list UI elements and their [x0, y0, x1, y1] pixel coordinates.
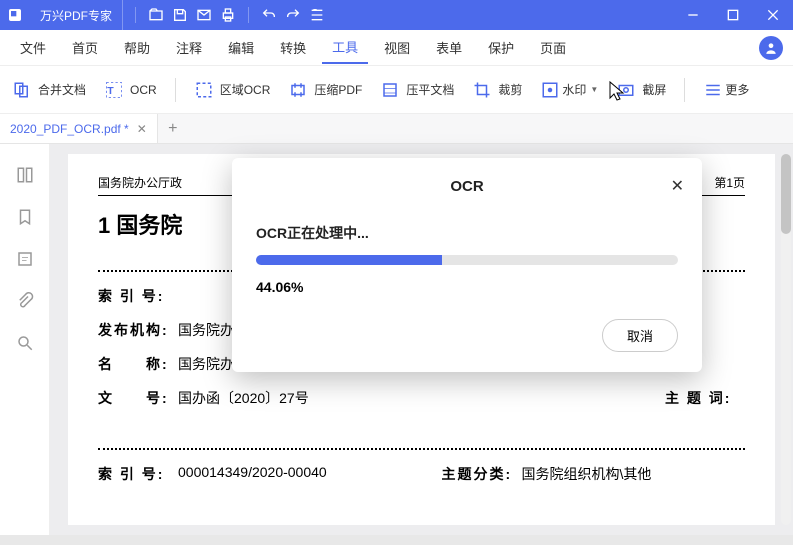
- page: 国务院办公厅政 第1页 1 国务院 索 引 号: 发布机构: 国务院办公厅 成文…: [68, 154, 775, 525]
- more-label: 更多: [725, 81, 749, 98]
- flatten-button[interactable]: 压平文档: [378, 76, 456, 104]
- watermark-button[interactable]: 水印 ▼: [538, 76, 600, 104]
- user-icon: [764, 41, 778, 55]
- screenshot-label: 截屏: [642, 81, 666, 98]
- workspace: 国务院办公厅政 第1页 1 国务院 索 引 号: 发布机构: 国务院办公厅 成文…: [0, 144, 793, 535]
- crop-label: 裁剪: [498, 81, 522, 98]
- menu-item-7[interactable]: 视图: [374, 32, 420, 63]
- area-ocr-button[interactable]: 区域OCR: [192, 76, 273, 104]
- search-icon[interactable]: [14, 332, 36, 354]
- tab-bar: 2020_PDF_OCR.pdf * ✕ +: [0, 114, 793, 144]
- bookmark-icon[interactable]: [14, 206, 36, 228]
- watermark-label: 水印: [562, 81, 586, 98]
- cat-value: 国务院组织机构\其他: [522, 464, 746, 484]
- ocr-button[interactable]: T OCR: [102, 76, 159, 104]
- annotations-icon[interactable]: [14, 248, 36, 270]
- page-header-left: 国务院办公厅政: [98, 174, 182, 191]
- flatten-label: 压平文档: [406, 81, 454, 98]
- save-icon[interactable]: [172, 7, 188, 23]
- page-number: 第1页: [714, 174, 745, 191]
- mail-icon[interactable]: [196, 7, 212, 23]
- undo-icon[interactable]: [261, 7, 277, 23]
- index-label: 索 引 号:: [98, 286, 178, 306]
- docnum-label: 文 号:: [98, 388, 178, 408]
- statusbar: [0, 535, 793, 545]
- menu-item-3[interactable]: 注释: [166, 32, 212, 63]
- app-title: 万兴PDF专家: [30, 0, 123, 30]
- menu-item-8[interactable]: 表单: [426, 32, 472, 63]
- name-value: 国务院办公厅关于同意调整完善消费者权益保护工作部际联席会议制度的函: [178, 354, 745, 374]
- svg-text:T: T: [107, 84, 114, 96]
- left-sidebar: [0, 144, 50, 535]
- toolbar: 合并文档 T OCR 区域OCR 压缩PDF 压平文档 裁剪 水印 ▼ 截屏 更多: [0, 66, 793, 114]
- publisher-label: 发布机构:: [98, 320, 178, 340]
- compress-label: 压缩PDF: [314, 81, 362, 98]
- name-label: 名 称:: [98, 354, 178, 374]
- menu-item-4[interactable]: 编辑: [218, 32, 264, 63]
- customize-dropdown-icon[interactable]: [309, 7, 325, 23]
- merge-button[interactable]: 合并文档: [10, 76, 88, 104]
- titlebar: 万兴PDF专家: [0, 0, 793, 30]
- redo-icon[interactable]: [285, 7, 301, 23]
- crop-button[interactable]: 裁剪: [470, 76, 524, 104]
- chevron-down-icon: ▼: [590, 85, 598, 94]
- menu-item-6[interactable]: 工具: [322, 31, 368, 64]
- menu-item-2[interactable]: 帮助: [114, 32, 160, 63]
- page-heading: 1 国务院: [98, 208, 745, 240]
- attachment-icon[interactable]: [14, 290, 36, 312]
- app-logo-icon: [7, 7, 23, 23]
- open-icon[interactable]: [148, 7, 164, 23]
- document-tab[interactable]: 2020_PDF_OCR.pdf * ✕: [0, 114, 158, 143]
- compress-button[interactable]: 压缩PDF: [286, 76, 364, 104]
- publisher-value: 国务院办公厅: [178, 320, 402, 340]
- menu-item-1[interactable]: 首页: [62, 32, 108, 63]
- vertical-scrollbar[interactable]: [781, 154, 791, 525]
- minimize-button[interactable]: [673, 0, 713, 30]
- topic-label: 主 题 词:: [665, 388, 745, 408]
- menubar: 文件首页帮助注释编辑转换工具视图表单保护页面: [0, 30, 793, 66]
- tab-label: 2020_PDF_OCR.pdf *: [10, 122, 129, 136]
- more-button[interactable]: 更多: [701, 76, 751, 104]
- date-label: 成文日期:: [442, 320, 522, 340]
- area-ocr-label: 区域OCR: [220, 81, 271, 98]
- index2-value: 000014349/2020-00040: [178, 464, 402, 484]
- maximize-button[interactable]: [713, 0, 753, 30]
- menu-item-9[interactable]: 保护: [478, 32, 524, 63]
- scroll-thumb[interactable]: [781, 154, 791, 234]
- menu-item-10[interactable]: 页面: [530, 32, 576, 63]
- index2-label: 索 引 号:: [98, 464, 178, 484]
- close-button[interactable]: [753, 0, 793, 30]
- screenshot-button[interactable]: 截屏: [614, 76, 668, 104]
- tab-close-icon[interactable]: ✕: [137, 122, 147, 136]
- merge-label: 合并文档: [38, 81, 86, 98]
- app-logo: [0, 0, 30, 30]
- thumbnails-icon[interactable]: [14, 164, 36, 186]
- cat-label: 主题分类:: [442, 464, 522, 484]
- menu-item-0[interactable]: 文件: [10, 32, 56, 63]
- docnum-value: 国办函〔2020〕27号: [178, 388, 625, 408]
- ocr-label: OCR: [130, 83, 157, 97]
- new-tab-button[interactable]: +: [158, 114, 188, 143]
- print-icon[interactable]: [220, 7, 236, 23]
- user-avatar[interactable]: [759, 36, 783, 60]
- date-value: 2020年04月20日: [522, 320, 746, 340]
- quick-access: [123, 7, 333, 23]
- menu-item-5[interactable]: 转换: [270, 32, 316, 63]
- document-viewport[interactable]: 国务院办公厅政 第1页 1 国务院 索 引 号: 发布机构: 国务院办公厅 成文…: [50, 144, 793, 535]
